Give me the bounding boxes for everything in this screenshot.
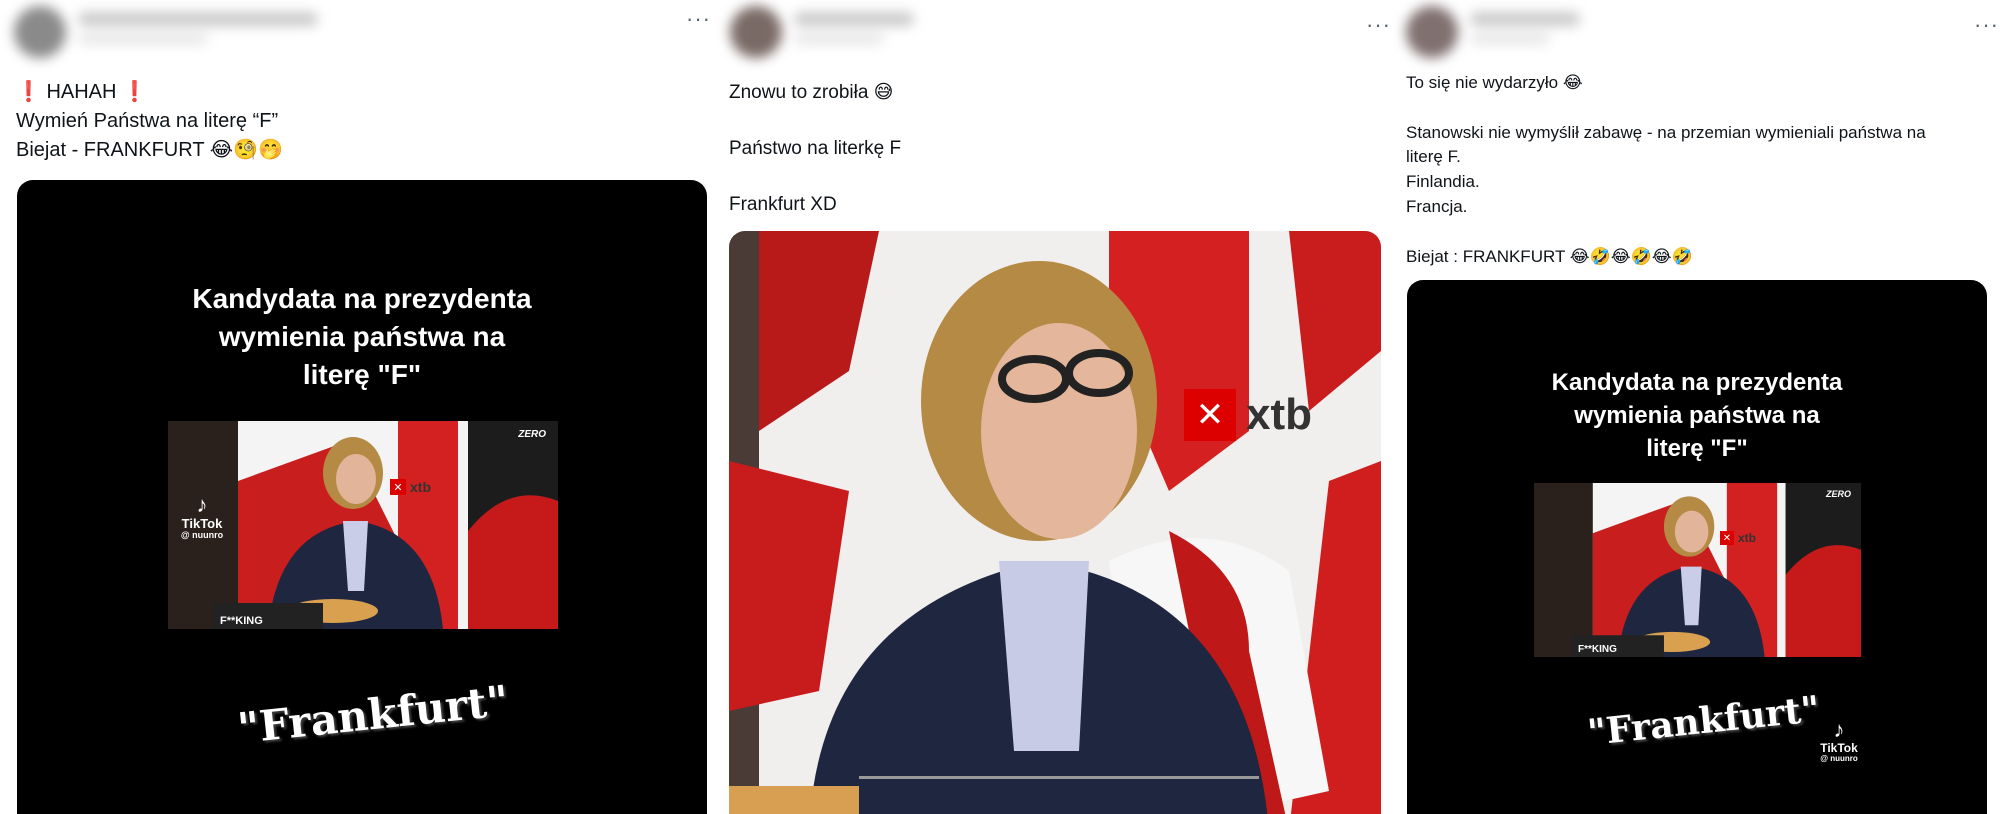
video-player[interactable]: ✕ xtb bbox=[729, 231, 1381, 814]
author-header-blurred[interactable] bbox=[730, 6, 914, 62]
tweet-text: To się nie wydarzyło 😂 Stanowski nie wym… bbox=[1406, 73, 1926, 266]
tiktok-note-icon: ♪ bbox=[196, 492, 208, 517]
quote-text: "Frankfurt" bbox=[1585, 687, 1822, 755]
author-header-blurred[interactable] bbox=[14, 6, 318, 62]
video-caption: Kandydata na prezydenta wymienia państwa… bbox=[1551, 369, 1843, 462]
xtb-logo: ✕ xtb bbox=[1720, 531, 1756, 545]
xtb-logo: ✕ xtb bbox=[390, 479, 431, 495]
channel-logo: ZERO bbox=[1825, 489, 1851, 499]
tweet-text: ❗ HAHAH ❗ Wymień Państwa na literę “F” Bie… bbox=[16, 81, 283, 161]
xtb-mark-icon: ✕ bbox=[1184, 389, 1236, 441]
more-options-icon[interactable]: ··· bbox=[686, 8, 711, 30]
tiktok-watermark: ♪ TikTok @ nuunro bbox=[172, 492, 232, 541]
xtb-logo: ✕ xtb bbox=[1184, 389, 1312, 441]
overlay-text: F**KING bbox=[220, 615, 263, 627]
tweet-card-2: ··· Znowu to zrobiła 😅 Państwo na literk… bbox=[712, 0, 1390, 814]
video-frame bbox=[729, 231, 1381, 814]
avatar[interactable] bbox=[730, 6, 782, 58]
video-caption: Kandydata na prezydenta wymienia państwa… bbox=[192, 283, 532, 390]
author-header-blurred[interactable] bbox=[1406, 6, 1580, 62]
video-thumbnail: ZERO ✕ xtb F**KING bbox=[1534, 483, 1861, 657]
video-thumbnail: ZERO ✕ xtb ♪ TikTok @ nuunro F**KING bbox=[168, 421, 558, 629]
tweet-card-1: ··· ❗ HAHAH ❗ Wymień Państwa na literę “F… bbox=[0, 0, 712, 814]
tweet-card-3: ··· To się nie wydarzyło 😂 Stanowski nie… bbox=[1390, 0, 2000, 814]
video-player[interactable]: Kandydata na prezydenta wymienia państwa… bbox=[17, 180, 707, 814]
video-player[interactable]: Kandydata na prezydenta wymienia państwa… bbox=[1407, 280, 1987, 814]
tiktok-note-icon: ♪ bbox=[1833, 717, 1845, 742]
xtb-mark-icon: ✕ bbox=[1720, 531, 1734, 545]
tiktok-watermark: ♪ TikTok @ nuunro bbox=[1809, 717, 1869, 764]
more-options-icon[interactable]: ··· bbox=[1366, 14, 1390, 36]
tweet-text: Znowu to zrobiła 😅 Państwo na literkę F … bbox=[729, 82, 902, 215]
overlay-text: F**KING bbox=[1578, 644, 1617, 655]
more-options-icon[interactable]: ··· bbox=[1974, 14, 1999, 36]
channel-logo: ZERO bbox=[518, 429, 546, 440]
xtb-mark-icon: ✕ bbox=[390, 479, 406, 495]
avatar[interactable] bbox=[14, 6, 66, 58]
avatar[interactable] bbox=[1406, 6, 1458, 58]
quote-text: "Frankfurt" bbox=[235, 675, 511, 754]
